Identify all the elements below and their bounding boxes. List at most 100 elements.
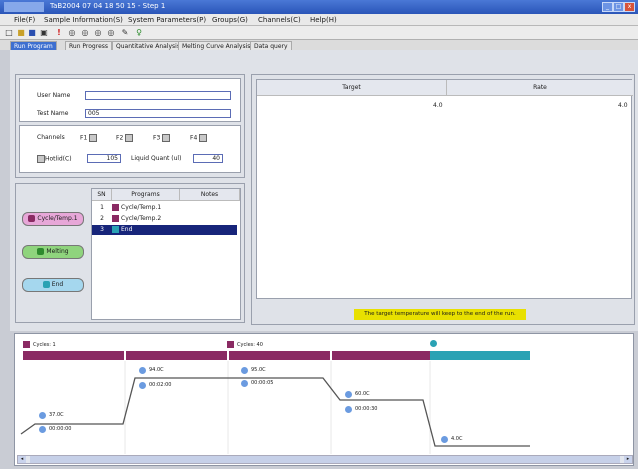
clock-icon — [345, 406, 352, 413]
thermometer-icon — [39, 412, 46, 419]
target-value[interactable]: 4.0 — [433, 102, 443, 109]
channel-f4-checkbox[interactable] — [199, 134, 208, 142]
test-name-label: Test Name — [37, 110, 69, 117]
target-rate-table: Target Rate 4.0 4.0 — [256, 79, 633, 299]
clock-icon — [241, 380, 248, 387]
hotlid-checkbox[interactable] — [37, 155, 45, 163]
row-program: End — [121, 226, 133, 233]
hotlid[interactable]: Hotlid(C) — [37, 155, 72, 163]
channel-f3-label: F3 — [153, 134, 161, 142]
menu-channels[interactable]: Channels(C) — [258, 16, 301, 24]
end-icon — [42, 281, 50, 288]
channel-f4-label: F4 — [190, 134, 198, 142]
channel-f2[interactable]: F2 — [116, 134, 134, 142]
channel-f4[interactable]: F4 — [190, 134, 208, 142]
cycle-icon — [112, 204, 119, 211]
menu-help[interactable]: Help(H) — [310, 16, 337, 24]
save-icon[interactable]: ■ — [28, 29, 36, 37]
col-notes-header: Notes — [180, 189, 240, 201]
minimize-button[interactable]: _ — [602, 2, 613, 12]
stage-time[interactable]: 00:02:00 — [149, 382, 171, 388]
lamp-icon[interactable]: ♀ — [135, 29, 143, 37]
stage-time[interactable]: 00:00:00 — [49, 426, 71, 432]
title-bar: TaB2004 07 04 18 50 15 - Step 1 _ □ x — [0, 0, 638, 14]
stage-temp[interactable]: 94.0C — [149, 367, 164, 373]
test-name-input[interactable]: 005 — [85, 109, 231, 118]
target-rate-panel: Target Rate 4.0 4.0 The target temperatu… — [251, 74, 635, 325]
channel-f1-checkbox[interactable] — [89, 134, 98, 142]
end-button[interactable]: End — [22, 278, 84, 292]
print-icon[interactable]: ▣ — [40, 29, 48, 37]
cycle-temp-button-label: Cycle/Temp.1 — [37, 215, 78, 222]
melting-button[interactable]: Melting — [22, 245, 84, 259]
rate-value[interactable]: 4.0 — [618, 102, 628, 109]
new-icon[interactable]: □ — [5, 29, 13, 37]
menu-groups[interactable]: Groups(G) — [212, 16, 248, 24]
menu-bar: File(F) Sample Information(S) System Par… — [0, 14, 638, 26]
status-message: The target temperature will keep to the … — [354, 309, 526, 320]
channel-f1[interactable]: F1 — [80, 134, 98, 142]
target-header: Target — [257, 80, 447, 96]
end-icon — [112, 226, 119, 233]
channel-f3[interactable]: F3 — [153, 134, 171, 142]
thermometer-icon — [241, 367, 248, 374]
channels-group: Channels F1 F2 F3 F4 Hotlid(C) 105 Liqui… — [19, 125, 241, 173]
row-program: Cycle/Temp.2 — [121, 215, 162, 222]
cycle-temp-button[interactable]: Cycle/Temp.1 — [22, 212, 84, 226]
channels-label: Channels — [37, 134, 65, 141]
stage-temp[interactable]: 95.0C — [251, 367, 266, 373]
row-sn: 3 — [100, 226, 104, 233]
stage-time[interactable]: 00:00:30 — [355, 406, 377, 412]
stage-temp[interactable]: 37.0C — [49, 412, 64, 418]
row-sn: 2 — [100, 215, 104, 222]
disc-icon[interactable]: ◎ — [107, 29, 115, 37]
disc-icon[interactable]: ◎ — [81, 29, 89, 37]
channel-f3-checkbox[interactable] — [162, 134, 171, 142]
list-item-selected[interactable]: 3 End — [92, 225, 237, 235]
channel-f2-label: F2 — [116, 134, 124, 142]
channel-f1-label: F1 — [80, 134, 88, 142]
scroll-right-icon[interactable]: ▸ — [624, 456, 632, 463]
stage-time[interactable]: 00:00:05 — [251, 380, 273, 386]
run-icon[interactable]: ! — [55, 29, 63, 37]
disc-icon[interactable]: ◎ — [68, 29, 76, 37]
cycle-icon — [112, 215, 119, 222]
menu-sample-information[interactable]: Sample Information(S) — [44, 16, 123, 24]
menu-system-parameters[interactable]: System Parameters(P) — [128, 16, 206, 24]
channel-f2-checkbox[interactable] — [125, 134, 134, 142]
name-group: User Name Test Name 005 — [19, 78, 241, 122]
test-info-panel: User Name Test Name 005 Channels F1 F2 F… — [15, 74, 245, 178]
col-sn-header: SN — [92, 189, 112, 201]
maximize-button[interactable]: □ — [613, 2, 624, 12]
close-button[interactable]: x — [624, 2, 635, 12]
hotlid-input[interactable]: 105 — [87, 154, 121, 163]
temperature-profile-line — [20, 361, 530, 454]
open-icon[interactable]: ■ — [17, 29, 25, 37]
end-button-label: End — [51, 281, 64, 288]
stage-temp[interactable]: 60.0C — [355, 391, 370, 397]
thermometer-icon — [441, 436, 448, 443]
scroll-left-icon[interactable]: ◂ — [18, 456, 26, 463]
clock-icon — [39, 426, 46, 433]
hotlid-label: Hotlid(C) — [45, 155, 72, 163]
toolbar: □ ■ ■ ▣ ! ◎ ◎ ◎ ◎ ✎ ♀ — [0, 26, 638, 40]
tool-icon[interactable]: ✎ — [121, 29, 129, 37]
thermometer-icon — [345, 391, 352, 398]
scrollbar-thumb[interactable] — [30, 456, 620, 463]
horizontal-scrollbar[interactable]: ◂ ▸ — [17, 455, 633, 464]
list-item[interactable]: 1 Cycle/Temp.1 — [92, 203, 237, 213]
clock-icon — [139, 382, 146, 389]
user-name-input[interactable] — [85, 91, 231, 100]
menu-file[interactable]: File(F) — [14, 16, 35, 24]
list-item[interactable]: 2 Cycle/Temp.2 — [92, 214, 237, 224]
liquid-quant-input[interactable]: 40 — [193, 154, 223, 163]
user-name-label: User Name — [37, 92, 71, 99]
tab-bar: Run Program Run Progress Quantitative An… — [0, 40, 638, 51]
cycle-icon — [28, 215, 36, 222]
stage-temp[interactable]: 4.0C — [451, 436, 462, 442]
rate-header: Rate — [447, 80, 633, 96]
row-program: Cycle/Temp.1 — [121, 204, 162, 211]
window-title: TaB2004 07 04 18 50 15 - Step 1 — [50, 2, 166, 10]
thermometer-icon — [139, 367, 146, 374]
disc-icon[interactable]: ◎ — [94, 29, 102, 37]
